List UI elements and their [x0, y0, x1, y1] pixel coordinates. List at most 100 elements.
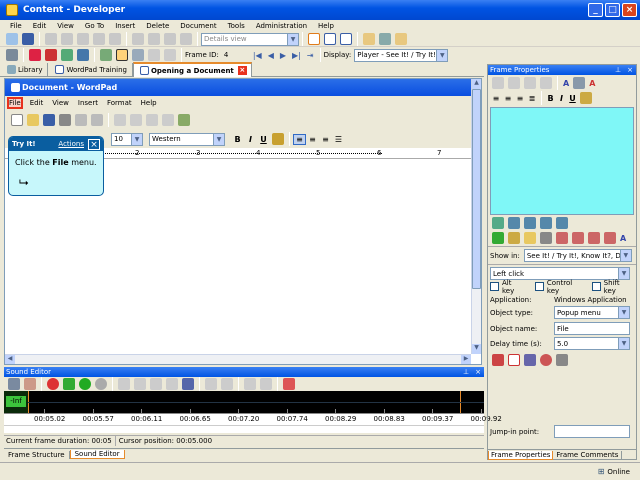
maximize-icon[interactable]: □: [605, 3, 620, 17]
menu-edit[interactable]: Edit: [33, 22, 47, 30]
fp-paste-icon[interactable]: [524, 77, 536, 89]
fp-color-icon[interactable]: A: [589, 79, 595, 88]
align-right-icon[interactable]: ≡: [319, 135, 332, 144]
link-icon[interactable]: [77, 49, 89, 61]
fp-key-icon[interactable]: [556, 354, 568, 366]
fp-layer3-icon[interactable]: [588, 232, 600, 244]
cut-icon[interactable]: [45, 33, 57, 45]
tab-sound-editor[interactable]: Sound Editor: [69, 450, 125, 459]
fp-pin-icon[interactable]: ⊥: [615, 66, 621, 74]
menu-document[interactable]: Document: [180, 22, 216, 30]
zoom-icon[interactable]: [244, 378, 256, 390]
layout-2-icon[interactable]: [324, 33, 336, 45]
wp-find-icon[interactable]: [91, 114, 103, 126]
italic-icon[interactable]: I: [244, 135, 257, 144]
frame-id-value[interactable]: 4: [224, 51, 250, 59]
fp-layer2-icon[interactable]: [572, 232, 584, 244]
bubble-actions-link[interactable]: Actions: [58, 140, 84, 148]
next-frame-icon[interactable]: ▶: [280, 51, 286, 60]
align-left-icon[interactable]: ≡: [293, 133, 306, 145]
sound-settings-icon[interactable]: [8, 378, 20, 390]
settings-icon[interactable]: [6, 49, 18, 61]
menu-tools[interactable]: Tools: [228, 22, 245, 30]
last-frame-icon[interactable]: ▶|: [292, 51, 301, 60]
fp-align-center-icon[interactable]: ≡: [502, 94, 514, 103]
sound-paste-icon[interactable]: [150, 378, 162, 390]
wp-save-icon[interactable]: [43, 114, 55, 126]
menu-file[interactable]: File: [10, 22, 22, 30]
fp-bold-icon[interactable]: B: [545, 94, 556, 103]
tab-opening-document[interactable]: Opening a Document ×: [132, 62, 252, 77]
menu-help[interactable]: Help: [318, 22, 334, 30]
bubble-close-icon[interactable]: ×: [88, 138, 100, 150]
tab-library[interactable]: Library: [0, 62, 49, 77]
wp-undo-icon[interactable]: [162, 114, 174, 126]
user-icon[interactable]: [61, 49, 73, 61]
display-select[interactable]: Player - See It! / Try It! ▼: [354, 48, 449, 62]
wordpad-menu-view[interactable]: View: [52, 99, 69, 107]
frame-end-icon[interactable]: [164, 49, 176, 61]
fp-img4-icon[interactable]: [540, 217, 552, 229]
color-icon[interactable]: [272, 133, 284, 145]
wp-print-icon[interactable]: [59, 114, 71, 126]
wordpad-menu-help[interactable]: Help: [141, 99, 157, 107]
delete-icon[interactable]: [93, 33, 105, 45]
fp-text-preview[interactable]: [490, 107, 634, 215]
fp-close-icon[interactable]: ×: [627, 66, 633, 74]
minimize-icon[interactable]: _: [588, 3, 603, 17]
edit-icon[interactable]: [45, 49, 57, 61]
delay-select[interactable]: 5.0 ▼: [554, 337, 630, 350]
wordpad-menu-format[interactable]: Format: [107, 99, 132, 107]
fp-copy-icon[interactable]: [508, 77, 520, 89]
sound-crop-icon[interactable]: [221, 378, 233, 390]
menu-administration[interactable]: Administration: [256, 22, 307, 30]
control-key-checkbox[interactable]: [534, 282, 544, 291]
fp-underline-icon[interactable]: U: [567, 94, 578, 103]
sound-hscroll[interactable]: [4, 425, 484, 433]
fp-justify-icon[interactable]: ≣: [526, 94, 538, 103]
fp-italic-icon[interactable]: I: [556, 94, 567, 103]
undo-icon[interactable]: [132, 33, 144, 45]
menu-insert[interactable]: Insert: [115, 22, 135, 30]
fp-note-icon[interactable]: [508, 232, 520, 244]
underline-icon[interactable]: U: [257, 135, 270, 144]
align-center-icon[interactable]: ≡: [306, 135, 319, 144]
fp-img5-icon[interactable]: [556, 217, 568, 229]
save-icon[interactable]: [22, 33, 34, 45]
fp-timer-icon[interactable]: [540, 354, 552, 366]
fp-effects-icon[interactable]: [492, 354, 504, 366]
paste-icon[interactable]: [77, 33, 89, 45]
export-icon[interactable]: [363, 33, 375, 45]
wp-copy-icon[interactable]: [130, 114, 142, 126]
object-type-select[interactable]: Popup menu ▼: [554, 306, 630, 319]
fp-layer1-icon[interactable]: [556, 232, 568, 244]
sound-play-icon[interactable]: [79, 378, 91, 390]
record-icon[interactable]: [29, 49, 41, 61]
fp-delete-icon[interactable]: [540, 77, 552, 89]
tab-wordpad-training[interactable]: WordPad Training: [48, 62, 133, 77]
frame-select-icon[interactable]: [116, 49, 128, 61]
alt-key-checkbox[interactable]: [490, 282, 499, 291]
goto-frame-icon[interactable]: ⇥: [307, 51, 314, 60]
close-tab-icon[interactable]: ×: [237, 66, 247, 75]
first-frame-icon[interactable]: |◀: [253, 51, 262, 60]
tab-frame-structure[interactable]: Frame Structure: [4, 450, 70, 459]
tab-frame-properties[interactable]: Frame Properties: [488, 450, 554, 460]
redo-icon[interactable]: [148, 33, 160, 45]
wp-date-icon[interactable]: [178, 114, 190, 126]
wordpad-menu-edit[interactable]: Edit: [30, 99, 44, 107]
waveform-area[interactable]: -Inf 00:05.02 00:05.57 00:06.11 00:06.65 00:…: [4, 391, 502, 425]
fp-spell-icon[interactable]: [580, 92, 592, 104]
sound-stop-icon[interactable]: [95, 378, 107, 390]
script-select[interactable]: Western ▼: [149, 132, 225, 146]
layout-3-icon[interactable]: [340, 33, 352, 45]
frame-play-icon[interactable]: [132, 49, 144, 61]
fp-text-icon[interactable]: [573, 77, 586, 89]
fp-img1-icon[interactable]: [492, 217, 504, 229]
bullets-icon[interactable]: ☰: [332, 135, 345, 144]
panel-close-icon[interactable]: ×: [475, 368, 481, 376]
fp-img2-icon[interactable]: [508, 217, 520, 229]
sound-cut-icon[interactable]: [118, 378, 130, 390]
view-select[interactable]: Details view ▼: [201, 32, 299, 46]
show-in-select[interactable]: See It! / Try It!, Know It?, Do It! ▼: [523, 249, 632, 262]
